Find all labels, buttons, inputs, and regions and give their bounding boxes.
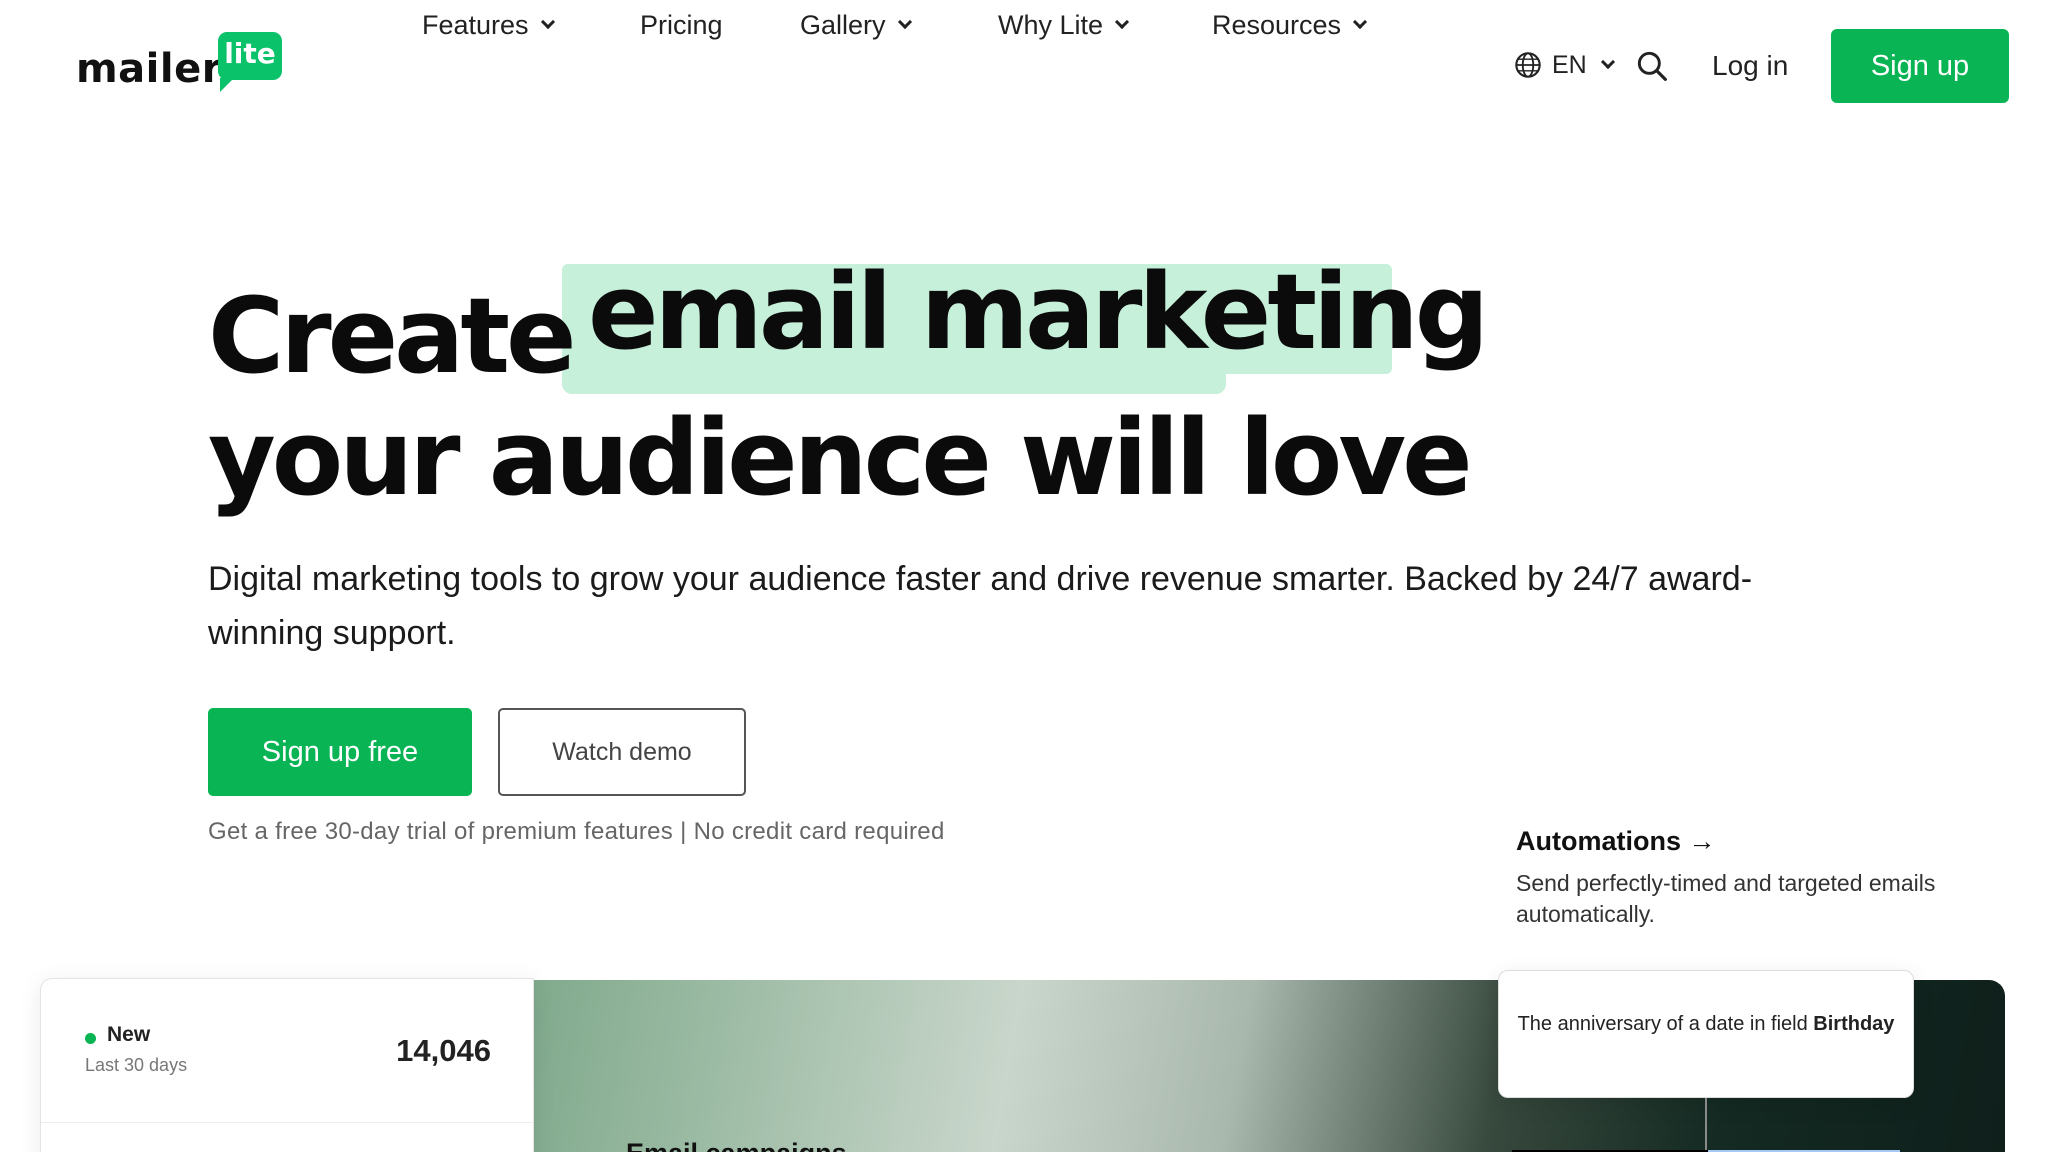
chevron-down-icon [1114,14,1130,30]
nav-item-label: Gallery [800,9,886,40]
nav-item-label: Features [422,9,529,40]
chevron-down-icon [1600,54,1615,70]
nav-item-label: Resources [1212,9,1342,40]
logo-badge: lite [218,32,282,92]
globe-icon [1515,52,1541,78]
headline-highlight-tail [562,372,1226,394]
chevron-down-icon [540,14,555,30]
nav-item-resources[interactable]: Resources [1212,0,1368,50]
nav-item-label: Why Lite [998,9,1104,40]
automations-description: Send perfectly-timed and targeted emails… [1516,870,1936,927]
nav-item-label: Pricing [640,9,723,40]
site-header: mailer lite Features Pricing Gallery Why… [0,0,2048,132]
headline-part-create: Create [208,275,577,397]
trial-note: Get a free 30-day trial of premium featu… [208,818,945,845]
nav-item-features[interactable]: Features [422,0,555,50]
email-campaigns-link[interactable]: Email campaigns → [626,1138,881,1152]
subscriber-stats-card: New Last 30 days 14,046 [40,978,534,1152]
headline-highlighted-text: email marketing [588,251,1489,373]
watch-demo-button[interactable]: Watch demo [498,708,746,796]
trigger-text: The anniversary of a date in field [1517,1013,1814,1035]
nav-item-pricing[interactable]: Pricing [640,0,723,50]
login-link[interactable]: Log in [1712,40,1788,92]
headline-part-audience: your audience will love [208,397,1473,519]
automation-trigger-card: The anniversary of a date in field Birth… [1498,970,1914,1098]
chevron-down-icon [1352,14,1368,30]
logo-wordmark: mailer [76,46,222,92]
chevron-down-icon [897,14,912,30]
status-dot-icon [85,1033,96,1044]
nav-item-why-lite[interactable]: Why Lite [998,0,1130,50]
language-label: EN [1552,50,1587,79]
signup-button[interactable]: Sign up [1831,29,2009,103]
workflow-connector [1705,1098,1707,1152]
stats-label: New [107,1023,151,1046]
trigger-field: Birthday [1813,1013,1895,1035]
stats-divider [41,1122,533,1123]
language-selector[interactable]: EN [1514,40,1615,90]
signup-free-button[interactable]: Sign up free [208,708,472,796]
automations-link[interactable]: Automations → [1516,826,1716,857]
stats-period: Last 30 days [85,1055,188,1075]
nav-item-gallery[interactable]: Gallery [800,0,912,50]
search-icon[interactable] [1636,50,1668,82]
hero-subtitle: Digital marketing tools to grow your aud… [208,560,1753,652]
stats-value: 14,046 [396,1033,491,1068]
mailerlite-logo[interactable]: mailer lite [76,30,286,100]
